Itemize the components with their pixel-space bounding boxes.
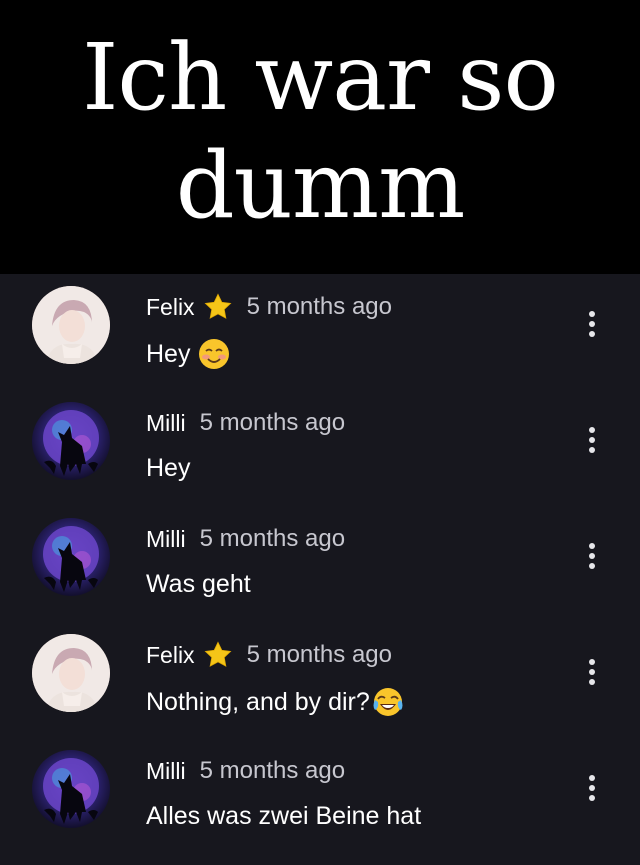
- comment-time: 5 months ago: [199, 409, 346, 436]
- felix-avatar[interactable]: [32, 286, 110, 364]
- more-options-icon[interactable]: [580, 304, 604, 344]
- comment-text: Hey: [146, 454, 191, 482]
- comment-item: Felix 5 months ago Nothing, and by dir?: [0, 622, 640, 738]
- comment-text: Nothing, and by dir?: [146, 687, 370, 716]
- comment-text-row: Hey: [146, 338, 230, 370]
- comment-time: 5 months ago: [199, 525, 346, 552]
- comment-author[interactable]: Milli: [146, 526, 186, 553]
- comment-item: Milli 5 months ago Hey: [0, 390, 640, 506]
- meme-caption: Ich war so dumm: [0, 0, 640, 274]
- comment-author[interactable]: Felix: [146, 642, 195, 669]
- comment-meta: Felix 5 months ago: [146, 640, 392, 670]
- milli-wolf-avatar[interactable]: [32, 750, 110, 828]
- comment-meta: Felix 5 months ago: [146, 292, 392, 322]
- comment-author[interactable]: Milli: [146, 758, 186, 785]
- star-badge-icon: [204, 293, 232, 319]
- comment-time: 5 months ago: [246, 641, 392, 668]
- comment-meta: Milli 5 months ago: [146, 756, 345, 786]
- more-options-icon[interactable]: [580, 652, 604, 692]
- felix-avatar[interactable]: [32, 634, 110, 712]
- more-options-icon[interactable]: [580, 420, 604, 460]
- comment-text-row: Nothing, and by dir?: [146, 686, 404, 718]
- comment-time: 5 months ago: [246, 293, 392, 320]
- comment-feed: Felix 5 months ago Hey Milli 5 months ag…: [0, 274, 640, 865]
- comment-item: Felix 5 months ago Hey: [0, 274, 640, 390]
- milli-wolf-avatar[interactable]: [32, 402, 110, 480]
- tears-of-joy-emoji-icon: [373, 688, 403, 716]
- more-options-icon[interactable]: [580, 768, 604, 808]
- comment-text-row: Hey: [146, 454, 190, 483]
- comment-text-row: Alles was zwei Beine hat: [146, 802, 421, 831]
- caption-text: Ich war so dumm: [82, 24, 559, 239]
- comment-meta: Milli 5 months ago: [146, 524, 345, 554]
- comment-item: Milli 5 months ago Alles was zwei Beine …: [0, 738, 640, 854]
- comment-item: Milli 5 months ago Was geht: [0, 506, 640, 622]
- comment-meta: Milli 5 months ago: [146, 408, 345, 438]
- comment-text-row: Was geht: [146, 570, 251, 599]
- comment-author[interactable]: Felix: [146, 294, 195, 321]
- comment-text: Was geht: [146, 570, 251, 598]
- comment-time: 5 months ago: [199, 757, 346, 784]
- smiling-blush-emoji-icon: [199, 339, 230, 369]
- comment-text: Alles was zwei Beine hat: [146, 802, 422, 830]
- more-options-icon[interactable]: [580, 536, 604, 576]
- comment-text: Hey: [146, 339, 191, 368]
- milli-wolf-avatar[interactable]: [32, 518, 110, 596]
- comment-author[interactable]: Milli: [146, 410, 186, 437]
- star-badge-icon: [204, 641, 232, 667]
